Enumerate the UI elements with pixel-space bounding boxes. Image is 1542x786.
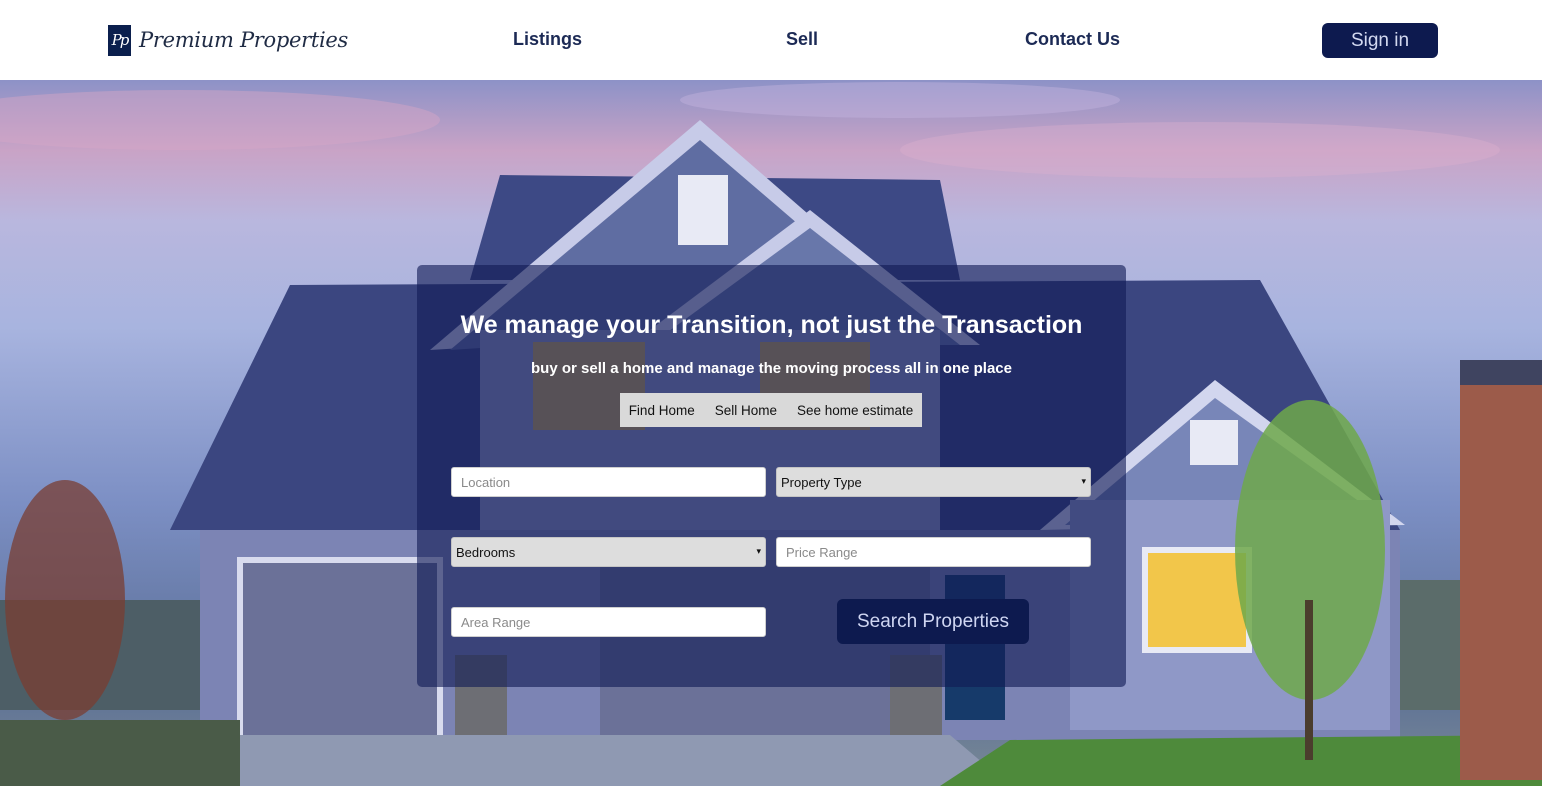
price-range-input[interactable] xyxy=(776,537,1091,567)
area-range-input[interactable] xyxy=(451,607,766,637)
brand-name: Premium Properties xyxy=(139,28,349,52)
chevron-down-icon: ▾ xyxy=(1081,476,1086,486)
bedrooms-select[interactable]: Bedrooms ▾ xyxy=(451,537,766,567)
property-type-value: Property Type xyxy=(781,474,862,490)
logo-mark-icon: Pp xyxy=(108,24,131,56)
sign-in-button[interactable]: Sign in xyxy=(1322,23,1438,58)
chevron-down-icon: ▾ xyxy=(756,546,761,556)
search-properties-button[interactable]: Search Properties xyxy=(837,599,1029,644)
tab-find-home[interactable]: Find Home xyxy=(619,403,705,418)
tab-sell-home[interactable]: Sell Home xyxy=(705,403,787,418)
nav-sell[interactable]: Sell xyxy=(786,29,818,50)
hero-headline: We manage your Transition, not just the … xyxy=(460,311,1083,339)
location-input[interactable] xyxy=(451,467,766,497)
nav-contact-us[interactable]: Contact Us xyxy=(1025,29,1120,50)
hero-subheadline: buy or sell a home and manage the moving… xyxy=(531,360,1012,377)
search-mode-tabs: Find Home Sell Home See home estimate xyxy=(620,393,922,427)
property-type-select[interactable]: Property Type ▾ xyxy=(776,467,1091,497)
nav-listings[interactable]: Listings xyxy=(513,29,582,50)
bedrooms-value: Bedrooms xyxy=(456,544,516,560)
site-header: Pp Premium Properties Listings Sell Cont… xyxy=(0,0,1542,80)
hero-section: We manage your Transition, not just the … xyxy=(0,80,1542,786)
brand-logo[interactable]: Pp Premium Properties xyxy=(108,24,348,56)
search-panel: We manage your Transition, not just the … xyxy=(417,265,1126,687)
tab-see-home-estimate[interactable]: See home estimate xyxy=(787,403,923,418)
